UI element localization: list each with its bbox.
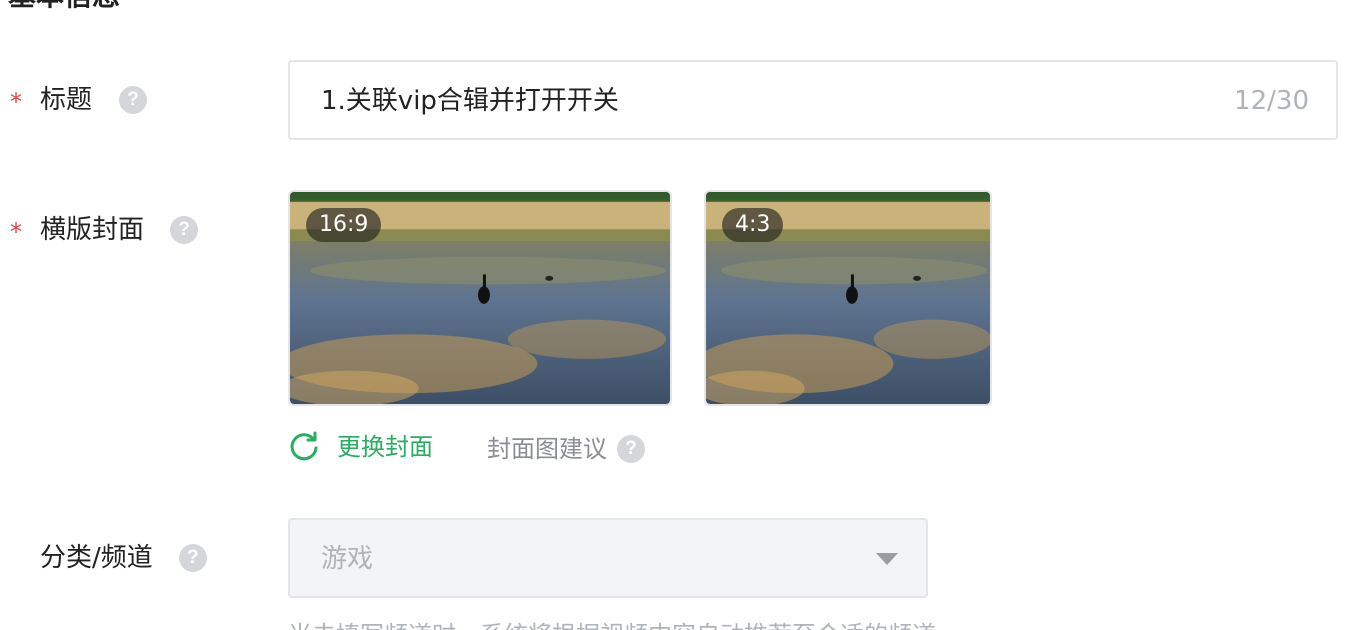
title-char-counter: 12/30 <box>1234 86 1309 116</box>
title-input-value: 1.关联vip合辑并打开开关 <box>321 86 619 116</box>
cover-thumbnail-4-3[interactable]: 4:3 <box>704 190 992 406</box>
cover-label-row: 横版封面 ? <box>40 213 199 247</box>
cover-ratio-badge: 4:3 <box>722 208 784 242</box>
title-label: 标题 <box>40 85 93 115</box>
required-asterisk: * <box>10 218 22 246</box>
cover-thumbnail-16-9[interactable]: 16:9 <box>288 190 672 406</box>
change-cover-button[interactable]: 更换封面 <box>288 430 433 464</box>
cover-label: 横版封面 <box>40 215 145 245</box>
change-cover-label: 更换封面 <box>337 433 433 461</box>
category-select[interactable]: 游戏 <box>288 518 928 598</box>
category-selected-value: 游戏 <box>321 544 374 574</box>
cover-advice-label: 封面图建议 <box>487 435 607 463</box>
help-icon[interactable]: ? <box>170 216 199 244</box>
upload-form: 基本信息 * 标题 ? 1.关联vip合辑并打开开关 12/30 * 横版封面 … <box>0 0 1350 630</box>
title-input[interactable]: 1.关联vip合辑并打开开关 12/30 <box>288 60 1338 140</box>
help-icon[interactable]: ? <box>617 435 645 463</box>
category-label: 分类/频道 <box>40 543 153 573</box>
required-asterisk: * <box>10 88 22 116</box>
cover-advice[interactable]: 封面图建议 ? <box>487 432 645 466</box>
refresh-icon <box>290 431 318 461</box>
chevron-down-icon <box>876 553 898 565</box>
help-icon[interactable]: ? <box>178 544 207 572</box>
category-label-row: 分类/频道 ? <box>40 541 207 575</box>
section-title: 基本信息 <box>8 0 120 14</box>
category-hint: 当未填写频道时，系统将根据视频内容自动推荐至合适的频道 <box>288 618 936 630</box>
title-label-row: 标题 ? <box>40 83 148 117</box>
cover-ratio-badge: 16:9 <box>306 208 382 242</box>
help-icon[interactable]: ? <box>119 86 148 114</box>
